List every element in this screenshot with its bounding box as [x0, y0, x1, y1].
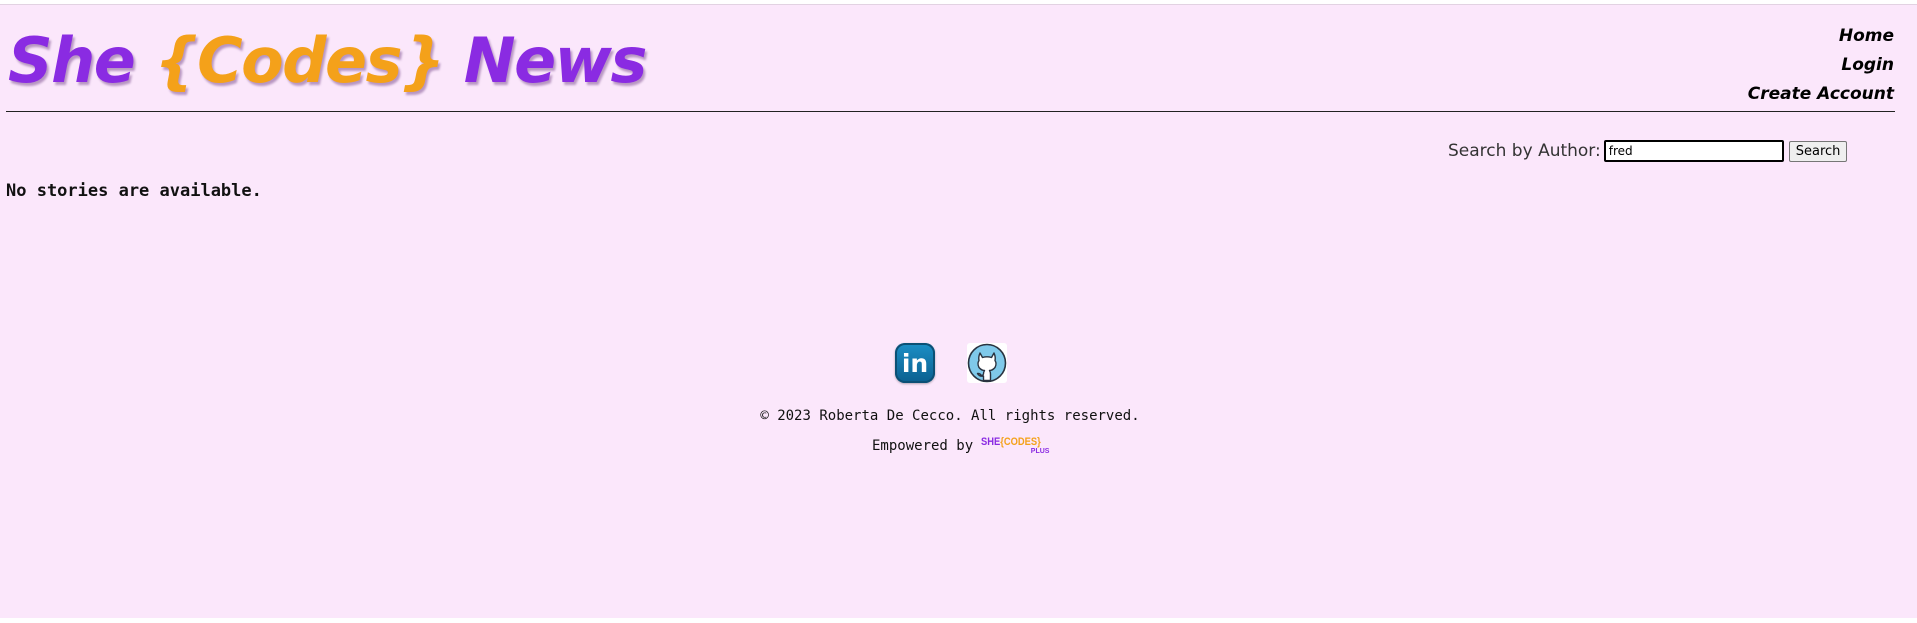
nav-home-link[interactable]: Home — [1839, 22, 1894, 51]
author-search-input[interactable] — [1603, 140, 1784, 162]
window-bottom-edge — [0, 618, 1917, 623]
no-stories-message: No stories are available. — [6, 181, 262, 201]
nav-login-link[interactable]: Login — [1841, 51, 1894, 80]
search-button[interactable]: Search — [1788, 140, 1848, 162]
site-title[interactable]: She {Codes} News — [8, 18, 648, 104]
search-label: Search by Author: — [1448, 141, 1601, 161]
empowered-by-text: Empowered by — [872, 438, 974, 454]
main-nav: Home Login Create Account — [1748, 22, 1894, 109]
nav-create-account-link[interactable]: Create Account — [1748, 80, 1894, 109]
window-top-edge — [0, 0, 1917, 5]
social-links: in — [895, 343, 1007, 383]
logo-plus: PLUS — [1030, 448, 1050, 455]
title-news: News — [443, 24, 648, 97]
github-icon[interactable] — [967, 343, 1007, 383]
empowered-by: Empowered by SHE{CODES} PLUS — [872, 436, 1051, 456]
logo-she: SHE — [981, 436, 1001, 448]
copyright-text: © 2023 Roberta De Cecco. All rights rese… — [760, 408, 1140, 424]
title-codes: {Codes} — [154, 24, 445, 97]
logo-codes: {CODES} — [1000, 436, 1041, 448]
linkedin-icon[interactable]: in — [895, 343, 935, 383]
author-search-form: Search by Author: Search — [1448, 139, 1848, 163]
title-she: She — [8, 24, 155, 97]
shecodes-plus-logo[interactable]: SHE{CODES} PLUS — [981, 436, 1051, 456]
header-divider — [6, 111, 1895, 112]
